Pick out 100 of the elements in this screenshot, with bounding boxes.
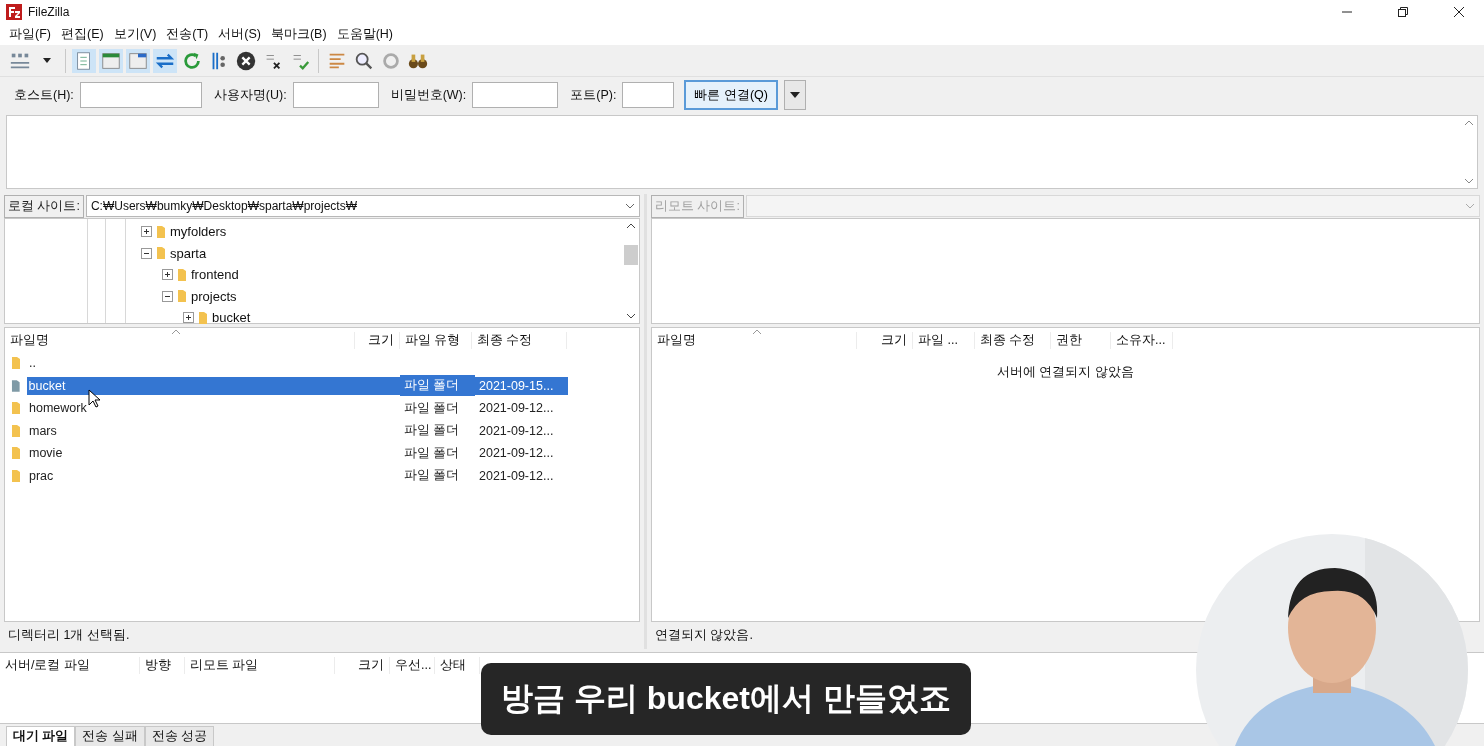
tree-view-button[interactable] (99, 48, 123, 73)
sort-icon (171, 329, 181, 336)
file-row[interactable]: .. (5, 352, 639, 375)
cursor-icon (88, 389, 102, 410)
expand-icon[interactable] (183, 312, 194, 324)
file-type: 파일 폴더 (403, 467, 461, 485)
collapse-icon[interactable] (141, 247, 152, 259)
log-button[interactable] (72, 48, 96, 73)
quickconnect-button[interactable]: 빠른 연결(Q) (684, 80, 778, 111)
collapse-icon[interactable] (162, 290, 173, 302)
column-header[interactable]: 우선... (390, 656, 435, 674)
column-header[interactable]: 파일명 (5, 331, 355, 349)
folder-icon (11, 401, 21, 416)
menu-item[interactable]: 보기(V) (108, 26, 162, 44)
cancel-icon (235, 49, 257, 72)
tree-item[interactable]: frontend (191, 267, 239, 283)
file-date: 2021-09-12... (478, 467, 555, 485)
file-row[interactable]: mars 파일 폴더 2021-09-12... (5, 419, 639, 443)
tree-item[interactable]: sparta (170, 245, 207, 261)
subtitle-caption: 방금 우리 bucket에서 만들었죠 (481, 663, 971, 735)
column-header[interactable]: 크기 (355, 331, 400, 349)
empty-message: 서버에 연결되지 않았음 (996, 364, 1135, 382)
transfer-arrows-button[interactable] (153, 48, 177, 73)
input-field[interactable] (292, 82, 379, 109)
file-name: homework (28, 400, 88, 418)
site-label: 리모트 사이트: (651, 194, 744, 218)
window-title: FileZilla (28, 5, 71, 19)
status-text: 디렉터리 1개 선택됨. (7, 627, 131, 645)
minimize-icon (1341, 11, 1353, 13)
scroll-up-icon (626, 223, 636, 230)
file-type: 파일 폴더 (403, 444, 461, 462)
tree-item[interactable]: myfolders (170, 224, 227, 240)
folder-icon (11, 378, 21, 393)
file-row[interactable]: bucket 파일 폴더 2021-09-15... (5, 374, 639, 398)
folder-icon (11, 468, 21, 483)
tree-item[interactable]: projects (191, 288, 237, 304)
restore-icon (1397, 6, 1409, 18)
column-header[interactable]: 파일 유형 (400, 331, 472, 349)
chevron-down-icon (625, 203, 635, 210)
folder-icon (177, 267, 187, 282)
panel-view-button[interactable] (126, 48, 150, 73)
column-header[interactable]: 최종 수정 (975, 331, 1051, 349)
file-row[interactable]: prac 파일 폴더 2021-09-12... (5, 464, 639, 488)
file-row[interactable]: homework 파일 폴더 2021-09-12... (5, 397, 639, 420)
site-label: 로컬 사이트: (4, 194, 84, 218)
scroll-thumb[interactable] (624, 245, 638, 266)
column-header[interactable]: 권한 (1051, 331, 1111, 349)
input-field[interactable] (79, 82, 202, 109)
field-label: 포트(P): (570, 86, 617, 104)
chevron-down-icon (626, 313, 636, 320)
file-type: 파일 폴더 (403, 399, 461, 417)
menu-item[interactable]: 서버(S) (213, 26, 266, 44)
menu-item[interactable]: 북마크(B) (265, 26, 332, 44)
field-label: 호스트(H): (14, 86, 74, 104)
file-date: 2021-09-15... (475, 376, 568, 395)
tree-item[interactable]: bucket (212, 310, 251, 326)
file-name: movie (28, 445, 64, 463)
file-name: mars (28, 422, 58, 440)
file-date: 2021-09-12... (478, 445, 555, 463)
folder-icon (198, 310, 208, 325)
folder-icon (11, 423, 21, 438)
status-text: 연결되지 않았음. (654, 627, 754, 645)
column-header[interactable]: 크기 (857, 331, 913, 349)
input-field[interactable] (472, 82, 559, 109)
chevron-down-icon (1464, 178, 1474, 185)
column-header[interactable]: 소유자... (1111, 331, 1173, 349)
column-header[interactable]: 파일 ... (913, 331, 975, 349)
column-header[interactable]: 서버/로컬 파일 (0, 656, 140, 674)
expand-icon[interactable] (141, 226, 152, 238)
menu-item[interactable]: 도움말(H) (331, 26, 398, 44)
queue-tab[interactable]: 전송 실패 (75, 726, 145, 746)
column-header[interactable]: 상태 (435, 656, 480, 674)
scroll-up-icon (1464, 120, 1474, 127)
folder-icon (156, 224, 166, 239)
menu-item[interactable]: 파일(F) (4, 26, 56, 44)
file-type: 파일 폴더 (403, 422, 461, 440)
file-type: 파일 폴더 (400, 375, 475, 397)
folder-icon (11, 356, 21, 371)
dropdown-button[interactable] (783, 80, 806, 111)
menu-item[interactable]: 편집(E) (55, 26, 109, 44)
queue-tab[interactable]: 대기 파일 (6, 726, 76, 746)
column-header[interactable]: 크기 (335, 656, 390, 674)
input-field[interactable] (622, 82, 675, 109)
column-header[interactable]: 최종 수정 (472, 331, 567, 349)
file-name: prac (28, 467, 55, 485)
queue-tab[interactable]: 전송 성공 (144, 726, 215, 746)
close-icon (1453, 6, 1465, 18)
column-header[interactable]: 방향 (140, 656, 185, 674)
file-date: 2021-09-12... (478, 422, 555, 440)
path-combo[interactable]: C:₩Users₩bumky₩Desktop₩sparta₩projects₩ (85, 195, 640, 218)
folder-icon (156, 246, 166, 261)
column-header[interactable]: 파일명 (652, 331, 857, 349)
file-date: 2021-09-12... (478, 400, 555, 418)
folder-icon (177, 289, 187, 304)
menu-item[interactable]: 전송(T) (161, 26, 214, 44)
caret-icon (43, 58, 51, 64)
field-label: 사용자명(U): (213, 86, 287, 104)
expand-icon[interactable] (162, 269, 173, 281)
file-row[interactable]: movie 파일 폴더 2021-09-12... (5, 442, 639, 465)
column-header[interactable]: 리모트 파일 (185, 656, 335, 674)
